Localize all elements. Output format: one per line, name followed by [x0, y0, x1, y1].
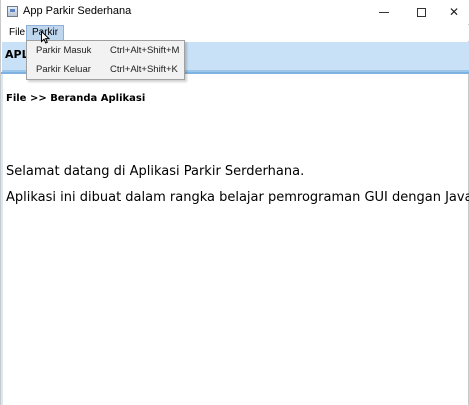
app-window: App Parkir Sederhana ✕ File Parkir APL P… [0, 0, 469, 405]
menu-bar: File Parkir [2, 25, 469, 41]
java-app-icon [7, 6, 18, 17]
maximize-icon [416, 7, 426, 17]
mouse-pointer-icon [41, 31, 50, 44]
parkir-dropdown-menu: Parkir Masuk Ctrl+Alt+Shift+M Parkir Kel… [26, 40, 185, 80]
welcome-message: Selamat datang di Aplikasi Parkir Serder… [6, 164, 305, 179]
window-title: App Parkir Sederhana [23, 5, 132, 17]
close-icon: ✕ [448, 5, 460, 19]
menu-item-label: Parkir Keluar [36, 64, 91, 75]
close-button[interactable]: ✕ [437, 0, 469, 24]
app-description: Aplikasi ini dibuat dalam rangka belajar… [6, 190, 469, 205]
menu-item-accelerator: Ctrl+Alt+Shift+K [110, 64, 178, 75]
content-left-border [1, 74, 3, 405]
menu-item-parkir-masuk[interactable]: Parkir Masuk Ctrl+Alt+Shift+M [27, 42, 184, 60]
minimize-button[interactable] [367, 0, 401, 24]
menu-item-parkir-keluar[interactable]: Parkir Keluar Ctrl+Alt+Shift+K [27, 61, 184, 79]
breadcrumb: File >> Beranda Aplikasi [6, 93, 146, 104]
minimize-icon [379, 11, 389, 13]
maximize-button[interactable] [404, 0, 438, 24]
menu-item-label: Parkir Masuk [36, 45, 92, 56]
title-bar[interactable]: App Parkir Sederhana ✕ [1, 0, 469, 24]
menu-item-accelerator: Ctrl+Alt+Shift+M [110, 45, 180, 56]
